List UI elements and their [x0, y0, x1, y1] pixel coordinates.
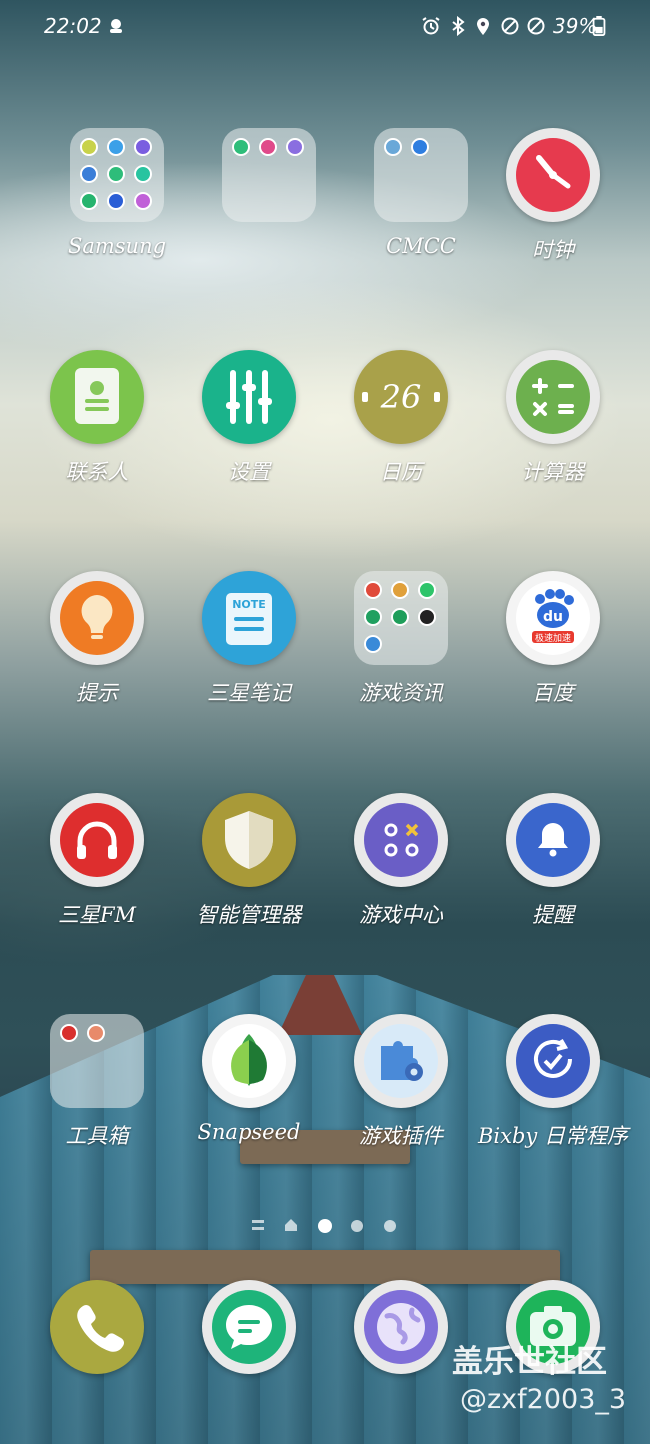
- alarm-icon: [422, 17, 440, 35]
- home-icon: [285, 1219, 297, 1231]
- page-dot: [351, 1220, 363, 1232]
- bixby-routines-app[interactable]: Bixby 日常程序: [478, 1014, 628, 1174]
- app-label: 提示: [76, 681, 118, 705]
- game-icon: [354, 793, 448, 887]
- app-label: 三星笔记: [207, 681, 291, 705]
- bulb-icon: [50, 571, 144, 665]
- internet-app[interactable]: [354, 1280, 448, 1374]
- app-label: 百度: [532, 681, 574, 705]
- app-label: 游戏中心: [359, 903, 443, 927]
- shield-icon: [202, 793, 296, 887]
- folder-icon: [374, 128, 468, 222]
- notes-app[interactable]: NOTE 三星笔记: [174, 571, 324, 731]
- battery-icon: [592, 16, 606, 36]
- app-label: 设置: [228, 460, 270, 484]
- calendar-app[interactable]: 26 日历: [326, 350, 476, 510]
- watermark-handle: @zxf2003_3: [460, 1384, 627, 1415]
- app-label: 工具箱: [65, 1124, 129, 1148]
- headphones-icon: [50, 793, 144, 887]
- app-label: Snapseed: [197, 1120, 301, 1144]
- puzzle-gear-icon: [354, 1014, 448, 1108]
- globe-icon: [364, 1290, 438, 1364]
- app-label: 时钟: [532, 238, 574, 262]
- app-label: Samsung: [67, 234, 167, 258]
- samsung-folder[interactable]: Samsung: [42, 128, 192, 288]
- contact-icon: [50, 350, 144, 444]
- note-icon: NOTE: [202, 571, 296, 665]
- game-news-folder[interactable]: 游戏资讯: [326, 571, 476, 731]
- game-center-app[interactable]: 游戏中心: [326, 793, 476, 953]
- app-label: 联系人: [65, 460, 129, 484]
- calendar-icon: 26: [354, 350, 448, 444]
- page-dot: [318, 1219, 332, 1233]
- page-dot: [384, 1220, 396, 1232]
- location-icon: [477, 18, 489, 35]
- bluetooth-icon: [452, 16, 465, 36]
- reminder-app[interactable]: 提醒: [478, 793, 628, 953]
- battery-percent: 39%: [553, 14, 598, 38]
- baidu-icon: du 极速加速: [506, 571, 600, 665]
- menu-lines-icon: [252, 1220, 264, 1230]
- calculator-app[interactable]: 计算器: [478, 350, 628, 510]
- app-label: 游戏资讯: [359, 681, 443, 705]
- cmcc-folder[interactable]: CMCC: [346, 128, 496, 288]
- folder-icon: [50, 1014, 144, 1108]
- page-indicator[interactable]: [0, 1215, 650, 1235]
- baidu-text: du: [543, 609, 563, 625]
- phone-app[interactable]: [50, 1280, 144, 1374]
- app-label: Bixby 日常程序: [478, 1124, 628, 1148]
- message-icon: [212, 1290, 286, 1364]
- clock-app[interactable]: 时钟: [478, 128, 628, 288]
- routine-icon: [506, 1014, 600, 1108]
- folder-icon: [354, 571, 448, 665]
- note-badge: NOTE: [232, 598, 266, 611]
- status-time: 22:02: [44, 14, 102, 38]
- app-label: 游戏插件: [359, 1124, 443, 1148]
- baidu-tag: 极速加速: [535, 632, 571, 644]
- placeholder-folder[interactable]: [194, 128, 344, 288]
- snapseed-app[interactable]: Snapseed: [174, 1014, 324, 1174]
- notification-icon: [110, 19, 122, 33]
- settings-app[interactable]: 设置: [174, 350, 324, 510]
- folder-icon: [70, 128, 164, 222]
- app-label: 智能管理器: [196, 903, 302, 927]
- block-icon: [527, 17, 545, 35]
- contacts-app[interactable]: 联系人: [22, 350, 172, 510]
- phone-icon: [77, 1304, 125, 1352]
- bell-icon: [506, 793, 600, 887]
- app-label: 日历: [380, 460, 422, 484]
- tools-folder[interactable]: 工具箱: [22, 1014, 172, 1174]
- calculator-icon: [506, 350, 600, 444]
- messages-app[interactable]: [202, 1280, 296, 1374]
- fm-app[interactable]: 三星FM: [22, 793, 172, 953]
- game-plugins-app[interactable]: 游戏插件: [326, 1014, 476, 1174]
- baidu-app[interactable]: du 极速加速 百度: [478, 571, 628, 731]
- app-label: 三星FM: [57, 903, 137, 927]
- tips-app[interactable]: 提示: [22, 571, 172, 731]
- status-bar: 22:02 39%: [0, 0, 650, 56]
- device-care-app[interactable]: 智能管理器: [174, 793, 324, 953]
- clock-icon: [506, 128, 600, 222]
- folder-icon: [222, 128, 316, 222]
- wallpaper-plank: [90, 1250, 560, 1284]
- watermark-title: 盖乐世社区: [452, 1344, 607, 1380]
- sliders-icon: [202, 350, 296, 444]
- leaf-icon: [202, 1014, 296, 1108]
- app-label: 提醒: [532, 903, 574, 927]
- do-not-disturb-icon: [501, 17, 519, 35]
- calendar-day: 26: [380, 378, 422, 416]
- app-label: 计算器: [521, 460, 585, 484]
